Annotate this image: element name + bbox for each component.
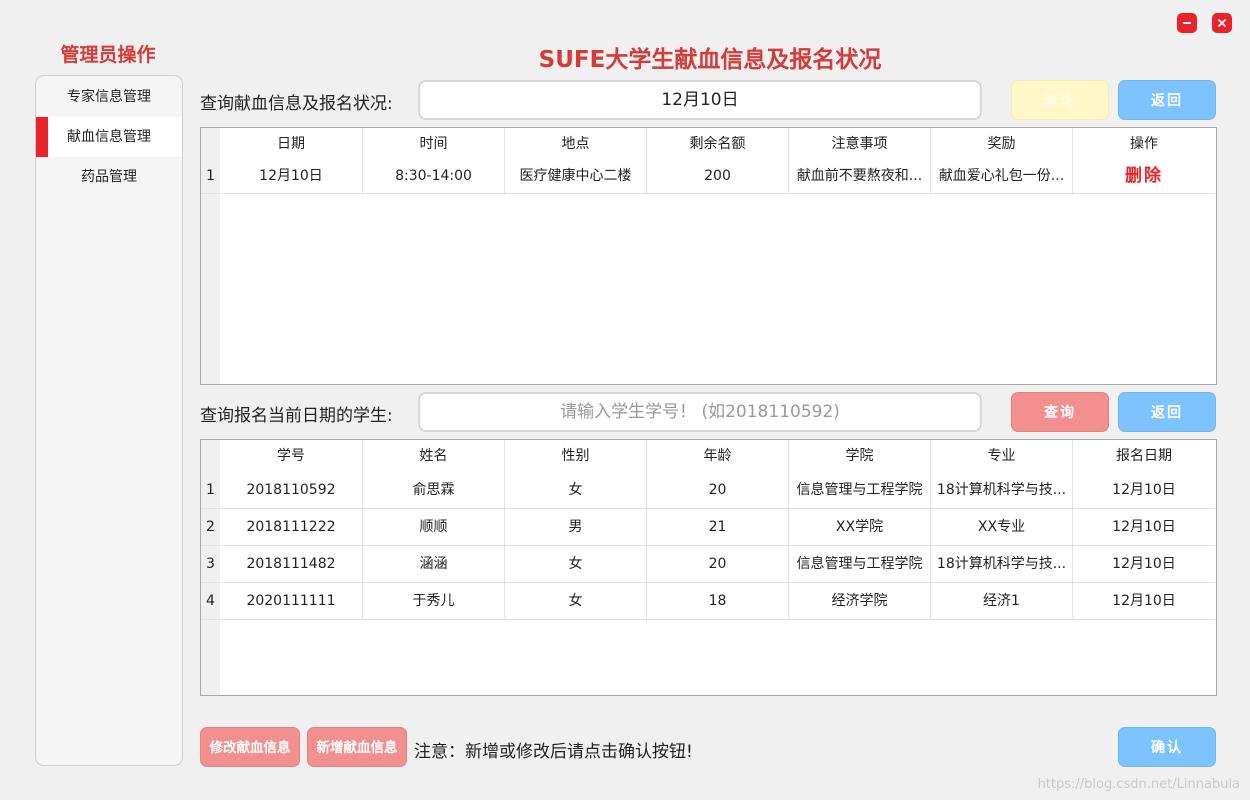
minimize-icon xyxy=(1183,22,1191,24)
row-number: 1 xyxy=(201,160,220,193)
sidebar-item-expert-info[interactable]: 专家信息管理 xyxy=(36,77,182,117)
table-row[interactable]: 3 2018111482 涵涵 女 20 信息管理与工程学院 18计算机科学与技… xyxy=(201,546,1215,583)
student-query-label: 查询报名当前日期的学生: xyxy=(200,406,393,426)
cell-college[interactable]: 信息管理与工程学院 xyxy=(789,546,931,582)
cell-student-id[interactable]: 2018110592 xyxy=(220,472,363,508)
active-marker xyxy=(36,117,48,157)
confirm-button[interactable]: 确认 xyxy=(1118,727,1216,767)
cell-name[interactable]: 俞思霖 xyxy=(363,472,505,508)
page-title: SUFE大学生献血信息及报名状况 xyxy=(538,47,882,73)
cell-reward[interactable]: 献血爱心礼包一份... xyxy=(931,160,1073,193)
column-header[interactable]: 学院 xyxy=(789,440,931,472)
cell-name[interactable]: 顺顺 xyxy=(363,509,505,545)
cell-name[interactable]: 涵涵 xyxy=(363,546,505,582)
sidebar-item-label: 专家信息管理 xyxy=(67,89,151,105)
cell-gender[interactable]: 男 xyxy=(505,509,647,545)
donation-date-input[interactable]: 12月10日 xyxy=(418,80,982,120)
sidebar: 专家信息管理 献血信息管理 药品管理 xyxy=(35,75,183,766)
cell-college[interactable]: 信息管理与工程学院 xyxy=(789,472,931,508)
donation-query-button[interactable]: 查询 xyxy=(1011,80,1109,120)
column-header[interactable]: 奖励 xyxy=(931,128,1073,160)
donation-table: 日期 时间 地点 剩余名额 注意事项 奖励 操作 1 12月10日 8:30-1… xyxy=(200,127,1217,385)
column-header[interactable]: 地点 xyxy=(505,128,647,160)
column-header[interactable]: 专业 xyxy=(931,440,1073,472)
cell-gender[interactable]: 女 xyxy=(505,583,647,619)
add-donation-button[interactable]: 新增献血信息 xyxy=(307,727,407,767)
table-row[interactable]: 4 2020111111 于秀儿 女 18 经济学院 经济1 12月10日 xyxy=(201,583,1215,620)
cell-age[interactable]: 20 xyxy=(647,472,789,508)
table-row[interactable]: 2 2018111222 顺顺 男 21 XX学院 XX专业 12月10日 xyxy=(201,509,1215,546)
close-button[interactable] xyxy=(1212,13,1232,33)
watermark: https://blog.csdn.net/Linnabula xyxy=(1037,777,1240,792)
sidebar-title: 管理员操作 xyxy=(60,44,156,66)
cell-major[interactable]: XX专业 xyxy=(931,509,1073,545)
minimize-button[interactable] xyxy=(1177,13,1197,33)
cell-signup-date[interactable]: 12月10日 xyxy=(1073,546,1215,582)
cell-student-id[interactable]: 2018111482 xyxy=(220,546,363,582)
donation-query-label: 查询献血信息及报名状况: xyxy=(200,94,393,114)
table-row[interactable]: 1 12月10日 8:30-14:00 医疗健康中心二楼 200 献血前不要熬夜… xyxy=(201,160,1215,194)
cell-major[interactable]: 18计算机科学与技... xyxy=(931,546,1073,582)
row-number: 1 xyxy=(201,472,220,508)
row-number: 2 xyxy=(201,509,220,545)
cell-gender[interactable]: 女 xyxy=(505,546,647,582)
row-number: 3 xyxy=(201,546,220,582)
column-header[interactable]: 报名日期 xyxy=(1073,440,1215,472)
cell-major[interactable]: 经济1 xyxy=(931,583,1073,619)
student-query-button[interactable]: 查询 xyxy=(1011,392,1109,432)
sidebar-item-medicine[interactable]: 药品管理 xyxy=(36,157,182,197)
cell-signup-date[interactable]: 12月10日 xyxy=(1073,583,1215,619)
cell-age[interactable]: 20 xyxy=(647,546,789,582)
column-header[interactable]: 时间 xyxy=(363,128,505,160)
cell-notes[interactable]: 献血前不要熬夜和... xyxy=(789,160,931,193)
cell-signup-date[interactable]: 12月10日 xyxy=(1073,509,1215,545)
cell-date[interactable]: 12月10日 xyxy=(220,160,363,193)
cell-remaining[interactable]: 200 xyxy=(647,160,789,193)
column-header[interactable]: 注意事项 xyxy=(789,128,931,160)
cell-college[interactable]: XX学院 xyxy=(789,509,931,545)
cell-college[interactable]: 经济学院 xyxy=(789,583,931,619)
table-header: 学号 姓名 性别 年龄 学院 专业 报名日期 xyxy=(220,440,1215,472)
cell-age[interactable]: 21 xyxy=(647,509,789,545)
table-header: 日期 时间 地点 剩余名额 注意事项 奖励 操作 xyxy=(220,128,1215,160)
cell-signup-date[interactable]: 12月10日 xyxy=(1073,472,1215,508)
row-number: 4 xyxy=(201,583,220,619)
sidebar-item-donation-info[interactable]: 献血信息管理 xyxy=(36,117,182,157)
footer-note: 注意：新增或修改后请点击确认按钮! xyxy=(414,742,693,762)
student-id-input[interactable]: 请输入学生学号！ (如2018110592) xyxy=(418,392,982,432)
column-header[interactable]: 日期 xyxy=(220,128,363,160)
cell-name[interactable]: 于秀儿 xyxy=(363,583,505,619)
cell-major[interactable]: 18计算机科学与技... xyxy=(931,472,1073,508)
donation-back-button[interactable]: 返回 xyxy=(1118,80,1216,120)
delete-button[interactable]: 删除 xyxy=(1073,160,1215,193)
sidebar-item-label: 献血信息管理 xyxy=(67,129,151,145)
cell-student-id[interactable]: 2020111111 xyxy=(220,583,363,619)
column-header[interactable]: 年龄 xyxy=(647,440,789,472)
column-header[interactable]: 姓名 xyxy=(363,440,505,472)
column-header[interactable]: 性别 xyxy=(505,440,647,472)
column-header[interactable]: 学号 xyxy=(220,440,363,472)
student-table: 学号 姓名 性别 年龄 学院 专业 报名日期 1 2018110592 俞思霖 … xyxy=(200,439,1217,696)
student-back-button[interactable]: 返回 xyxy=(1118,392,1216,432)
column-header[interactable]: 剩余名额 xyxy=(647,128,789,160)
cell-place[interactable]: 医疗健康中心二楼 xyxy=(505,160,647,193)
table-row[interactable]: 1 2018110592 俞思霖 女 20 信息管理与工程学院 18计算机科学与… xyxy=(201,472,1215,509)
modify-donation-button[interactable]: 修改献血信息 xyxy=(200,727,300,767)
sidebar-item-label: 药品管理 xyxy=(81,169,137,185)
cell-time[interactable]: 8:30-14:00 xyxy=(363,160,505,193)
cell-gender[interactable]: 女 xyxy=(505,472,647,508)
cell-age[interactable]: 18 xyxy=(647,583,789,619)
cell-student-id[interactable]: 2018111222 xyxy=(220,509,363,545)
close-icon xyxy=(1217,18,1227,28)
column-header[interactable]: 操作 xyxy=(1073,128,1215,160)
